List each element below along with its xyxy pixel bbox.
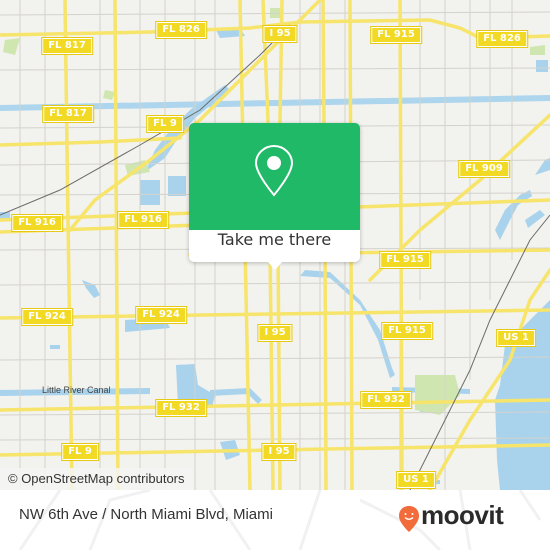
footer: NW 6th Ave / North Miami Blvd, Miami moo… — [0, 490, 550, 550]
road-shield: I 95 — [257, 324, 293, 342]
road-shield: FL 924 — [21, 308, 73, 326]
road-shield: FL 924 — [135, 306, 187, 324]
popup-pointer — [267, 261, 283, 270]
road-shield: US 1 — [396, 471, 436, 489]
brand-wordmark: moovit — [421, 500, 504, 530]
road-shield: FL 826 — [155, 21, 207, 39]
road-shield: FL 826 — [476, 30, 528, 48]
location-popup: Take me there — [189, 123, 360, 270]
road-shield: FL 817 — [42, 105, 94, 123]
road-shield: FL 916 — [117, 211, 169, 229]
moovit-pin-icon — [399, 506, 419, 532]
road-shield: FL 916 — [11, 214, 63, 232]
road-shield: FL 9 — [146, 115, 184, 133]
map[interactable]: FL 817 FL 826 I 95 FL 915 FL 826 FL 817 … — [0, 0, 550, 490]
road-shield: I 95 — [261, 443, 297, 461]
map-pin-icon — [254, 144, 294, 197]
road-shield: FL 932 — [360, 391, 412, 409]
road-shield: FL 915 — [379, 251, 431, 269]
road-shield: US 1 — [496, 329, 536, 347]
take-me-there-button[interactable]: Take me there — [189, 230, 360, 262]
popup-header — [189, 123, 360, 230]
road-shield: FL 915 — [381, 322, 433, 340]
map-attribution[interactable]: © OpenStreetMap contributors — [0, 468, 193, 490]
road-shield: I 95 — [262, 25, 298, 43]
stop-name: NW 6th Ave / North Miami Blvd, Miami — [19, 506, 273, 523]
canal-label: Little River Canal — [42, 385, 111, 395]
road-shield: FL 932 — [155, 399, 207, 417]
road-shield: FL 9 — [61, 443, 99, 461]
road-shield: FL 817 — [41, 37, 93, 55]
road-shield: FL 915 — [370, 26, 422, 44]
road-shield: FL 909 — [458, 160, 510, 178]
